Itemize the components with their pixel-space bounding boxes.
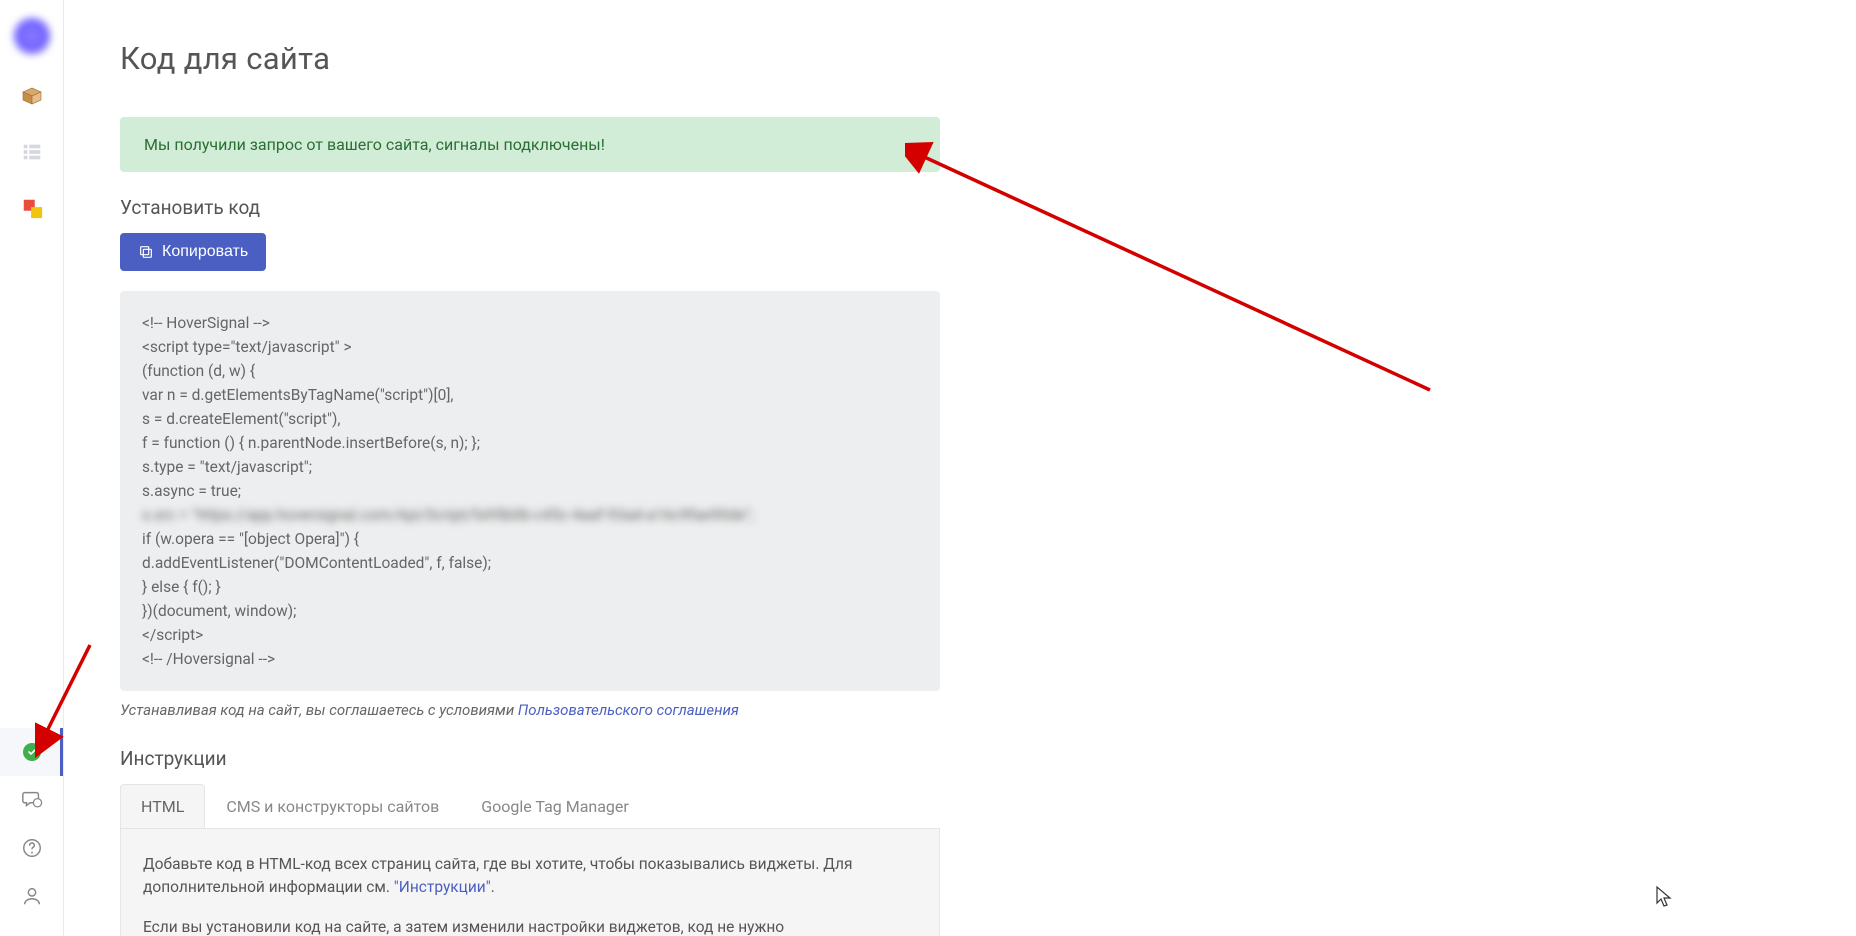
chat-icon — [21, 789, 43, 811]
sidebar — [0, 0, 64, 936]
page-title: Код для сайта — [120, 40, 1856, 77]
instruction-tabs: HTML CMS и конструкторы сайтов Google Ta… — [120, 784, 940, 829]
success-alert: Мы получили запрос от вашего сайта, сигн… — [120, 117, 940, 172]
sidebar-item-shapes[interactable] — [18, 194, 46, 222]
help-icon — [21, 837, 43, 859]
copy-icon — [138, 244, 154, 260]
install-heading: Установить код — [120, 196, 940, 219]
alert-message: Мы получили запрос от вашего сайта, сигн… — [144, 135, 605, 154]
consent-link[interactable]: Пользовательского соглашения — [518, 701, 739, 719]
code-block[interactable]: <!-- HoverSignal --> <script type="text/… — [120, 291, 940, 691]
instructions-link[interactable]: "Инструкции" — [394, 878, 491, 896]
tab-gtm[interactable]: Google Tag Manager — [460, 784, 650, 828]
main-content: Код для сайта Мы получили запрос от ваше… — [64, 0, 1856, 936]
sidebar-status[interactable] — [0, 728, 63, 776]
sidebar-item-box[interactable] — [18, 82, 46, 110]
copy-button-label: Копировать — [162, 243, 248, 261]
shapes-icon — [21, 197, 43, 219]
sidebar-help[interactable] — [0, 824, 63, 872]
app-logo[interactable] — [14, 18, 50, 54]
status-ok-icon — [23, 743, 41, 761]
sidebar-user[interactable] — [0, 872, 63, 920]
tab-content-html: Добавьте код в HTML-код всех страниц сай… — [120, 829, 940, 936]
user-icon — [21, 885, 43, 907]
tab-html[interactable]: HTML — [120, 784, 205, 828]
box-icon — [20, 84, 44, 108]
instructions-heading: Инструкции — [120, 747, 940, 770]
sidebar-chat[interactable] — [0, 776, 63, 824]
consent-text: Устанавливая код на сайт, вы соглашаетес… — [120, 701, 940, 719]
list-icon — [21, 141, 43, 163]
sidebar-item-list[interactable] — [18, 138, 46, 166]
copy-button[interactable]: Копировать — [120, 233, 266, 271]
tab-cms[interactable]: CMS и конструкторы сайтов — [205, 784, 460, 828]
sidebar-bottom — [0, 728, 63, 936]
